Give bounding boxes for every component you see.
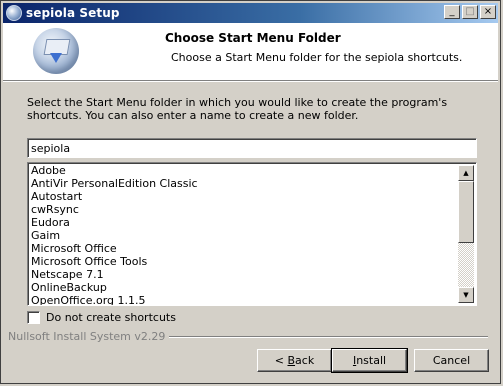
close-icon: × [483, 6, 493, 17]
folder-list-item[interactable]: Eudora [30, 216, 458, 229]
folder-list-item[interactable]: Microsoft Office Tools [30, 255, 458, 268]
wizard-header: Choose Start Menu Folder Choose a Start … [3, 23, 498, 82]
install-button-rest: nstall [356, 354, 387, 367]
folder-list: Adobe AntiVir PersonalEdition Classic Auto… [30, 164, 458, 305]
installer-app-icon [6, 5, 22, 21]
arrow-up-icon: ▲ [463, 169, 469, 177]
folder-list-item[interactable]: Microsoft Office [30, 242, 458, 255]
page-subtitle: Choose a Start Menu folder for the sepio… [171, 51, 463, 64]
window-controls: _ □ × [444, 5, 496, 19]
page-title: Choose Start Menu Folder [165, 31, 341, 45]
setup-window: sepiola Setup _ □ × Choose Start Menu Fo… [0, 0, 501, 384]
install-button[interactable]: Install [331, 348, 408, 373]
back-button[interactable]: < Back [257, 349, 332, 372]
close-button[interactable]: × [480, 5, 496, 19]
logo-arrow-shape [50, 53, 62, 63]
folder-list-item[interactable]: OnlineBackup [30, 281, 458, 294]
installer-logo-icon [33, 28, 79, 74]
minimize-icon: _ [449, 6, 455, 17]
vertical-scrollbar[interactable]: ▲ ▼ [458, 165, 474, 303]
scroll-down-button[interactable]: ▼ [458, 287, 474, 303]
scroll-up-button[interactable]: ▲ [458, 165, 474, 181]
folder-listbox[interactable]: Adobe AntiVir PersonalEdition Classic Auto… [27, 162, 477, 306]
back-button-prefix: < [274, 354, 288, 367]
folder-list-item[interactable]: AntiVir PersonalEdition Classic [30, 177, 458, 190]
folder-list-item[interactable]: Adobe [30, 164, 458, 177]
folder-list-item[interactable]: OpenOffice.org 1.1.5 [30, 294, 458, 305]
instructions-text: Select the Start Menu folder in which yo… [27, 96, 448, 122]
folder-list-item[interactable]: Gaim [30, 229, 458, 242]
folder-list-item[interactable]: Netscape 7.1 [30, 268, 458, 281]
no-shortcuts-option[interactable]: Do not create shortcuts [27, 311, 176, 324]
no-shortcuts-label: Do not create shortcuts [46, 311, 176, 324]
maximize-button: □ [462, 5, 478, 19]
no-shortcuts-checkbox[interactable] [27, 311, 40, 324]
installer-brand-text: Nullsoft Install System v2.29 [8, 330, 170, 343]
back-button-rest: ack [295, 354, 315, 367]
start-menu-folder-input[interactable] [27, 138, 477, 158]
folder-list-item[interactable]: cwRsync [30, 203, 458, 216]
folder-list-item[interactable]: Autostart [30, 190, 458, 203]
scrollbar-thumb[interactable] [458, 181, 474, 243]
window-title: sepiola Setup [26, 6, 120, 20]
cancel-button[interactable]: Cancel [414, 349, 489, 372]
arrow-down-icon: ▼ [463, 291, 469, 299]
title-bar[interactable]: sepiola Setup _ □ × [3, 3, 498, 23]
cancel-button-label: Cancel [432, 354, 471, 367]
back-button-accel: B [287, 354, 296, 367]
minimize-button[interactable]: _ [444, 5, 460, 19]
maximize-icon: □ [465, 6, 475, 17]
